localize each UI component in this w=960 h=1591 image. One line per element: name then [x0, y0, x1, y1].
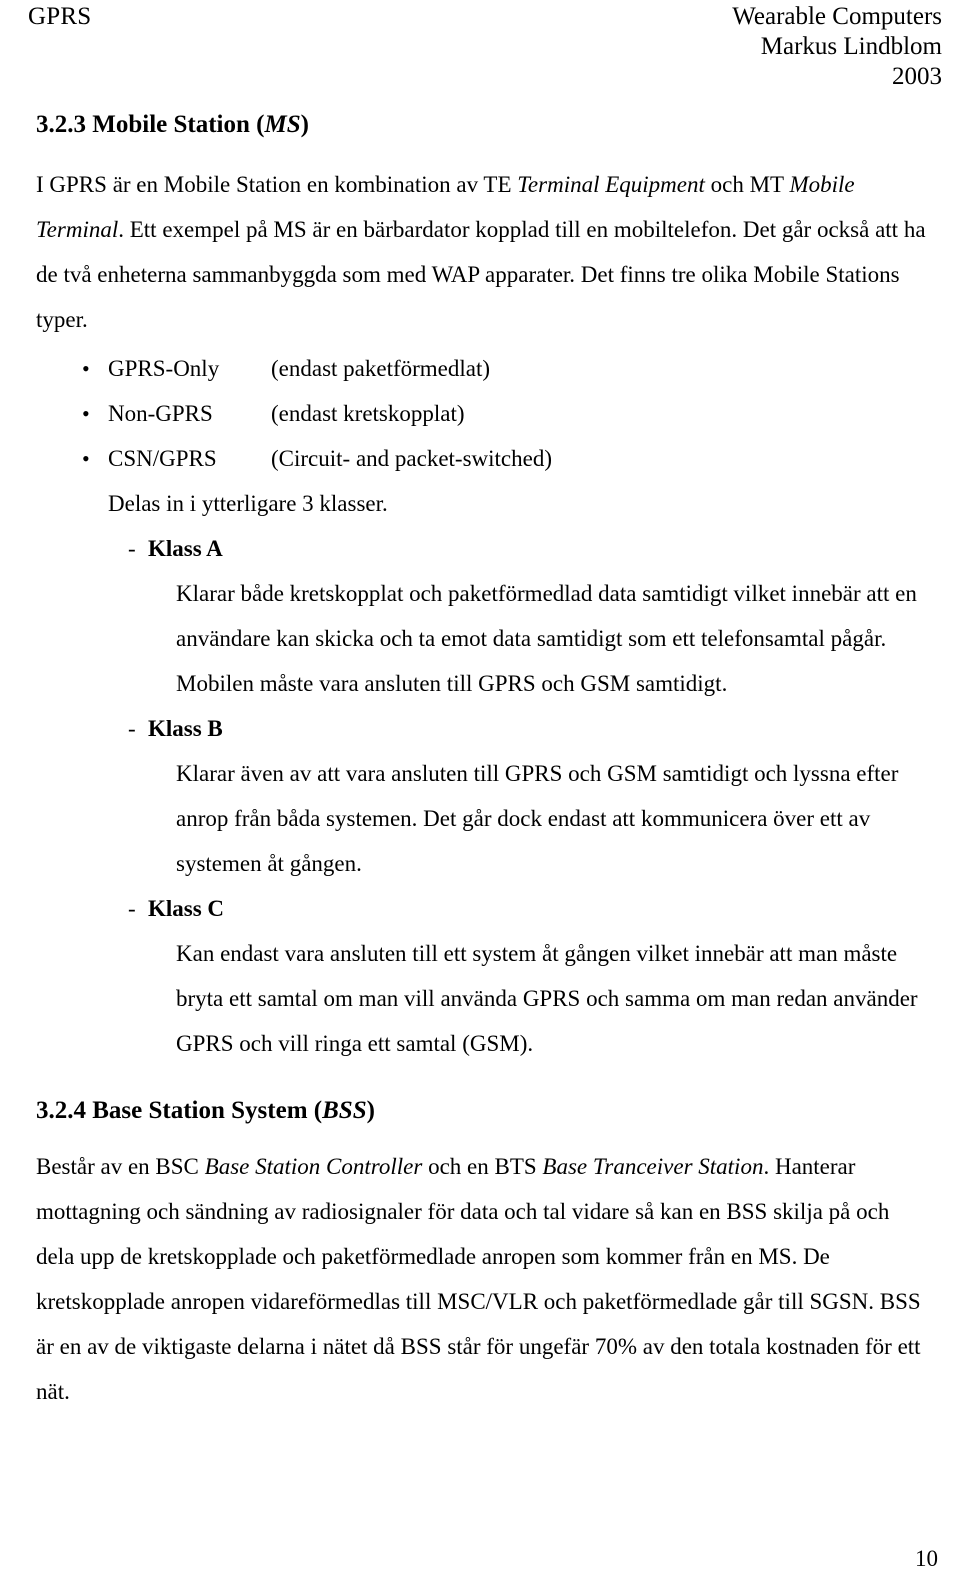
intro-text-part3: . Ett exempel på MS är en bärbardator ko…	[36, 217, 926, 332]
intro-italic-terminal-equipment: Terminal Equipment	[517, 172, 705, 197]
section-heading-mobile-station: 3.2.3 Mobile Station (MS)	[36, 110, 926, 140]
section-heading-number: 3.2.3 Mobile Station (	[36, 111, 265, 138]
bss-text-part1: Består av en BSC	[36, 1154, 205, 1179]
document-page: GPRS Wearable Computers Markus Lindblom …	[0, 0, 960, 1591]
class-block-a: Klass A Klarar både kretskopplat och pak…	[36, 526, 926, 706]
bullet-term: GPRS-Only	[108, 356, 220, 381]
intro-text-part1: I GPRS är en Mobile Station en kombinati…	[36, 172, 518, 197]
mobile-station-types-list: GPRS-Only (endast paketförmedlat) Non-GPR…	[36, 346, 926, 481]
page-number: 10	[915, 1546, 938, 1571]
bullet-description: (Circuit- and packet-switched)	[271, 446, 552, 471]
section2-heading-abbrev: BSS	[322, 1097, 367, 1124]
intro-paragraph: I GPRS är en Mobile Station en kombinati…	[36, 162, 926, 342]
class-block-b: Klass B Klarar även av att vara ansluten…	[36, 706, 926, 886]
class-label: Klass C	[36, 886, 926, 931]
list-item: Non-GPRS (endast kretskopplat)	[36, 391, 926, 436]
bullet-term: Non-GPRS	[108, 401, 213, 426]
header-meta-block: Wearable Computers Markus Lindblom 2003	[732, 2, 942, 92]
section-heading-base-station-system: 3.2.4 Base Station System (BSS)	[36, 1096, 926, 1126]
intro-text-part2: och MT	[704, 172, 790, 197]
bss-paragraph: Består av en BSC Base Station Controller…	[36, 1144, 926, 1414]
header-document-title: GPRS	[28, 3, 92, 30]
section2-heading-number: 3.2.4 Base Station System (	[36, 1097, 323, 1124]
header-author: Markus Lindblom	[760, 33, 942, 60]
bss-text-part3: .	[763, 1154, 770, 1179]
bullet-description: (endast paketförmedlat)	[271, 356, 491, 381]
page-content: 3.2.3 Mobile Station (MS) I GPRS är en M…	[36, 110, 926, 1414]
class-description: Klarar både kretskopplat och paketförmed…	[176, 581, 917, 696]
bullet-description: (endast kretskopplat)	[271, 401, 465, 426]
section2-heading-close: )	[366, 1097, 375, 1124]
class-label: Klass B	[36, 706, 926, 751]
class-label: Klass A	[36, 526, 926, 571]
classes-intro-line: Delas in i ytterligare 3 klasser.	[108, 491, 388, 516]
section-heading-abbrev: MS	[264, 111, 301, 138]
bss-italic-base-station-controller: Base Station Controller	[204, 1154, 423, 1179]
list-item: GPRS-Only (endast paketförmedlat)	[36, 346, 926, 391]
bullet-term: CSN/GPRS	[108, 446, 217, 471]
list-item: CSN/GPRS (Circuit- and packet-switched)	[36, 436, 926, 481]
class-block-c: Klass C Kan endast vara ansluten till et…	[36, 886, 926, 1066]
class-description: Kan endast vara ansluten till ett system…	[176, 941, 918, 1056]
header-year: 2003	[892, 63, 942, 90]
bss-text-part2: och en BTS	[422, 1154, 543, 1179]
header-course-title: Wearable Computers	[732, 3, 942, 30]
page-header: GPRS Wearable Computers Markus Lindblom …	[28, 0, 942, 96]
bss-italic-base-tranceiver-station: Base Tranceiver Station	[542, 1154, 764, 1179]
section-heading-close: )	[300, 111, 309, 138]
class-description: Klarar även av att vara ansluten till GP…	[176, 761, 899, 876]
bss-text-rest: Hanterar mottagning och sändning av radi…	[36, 1154, 921, 1404]
